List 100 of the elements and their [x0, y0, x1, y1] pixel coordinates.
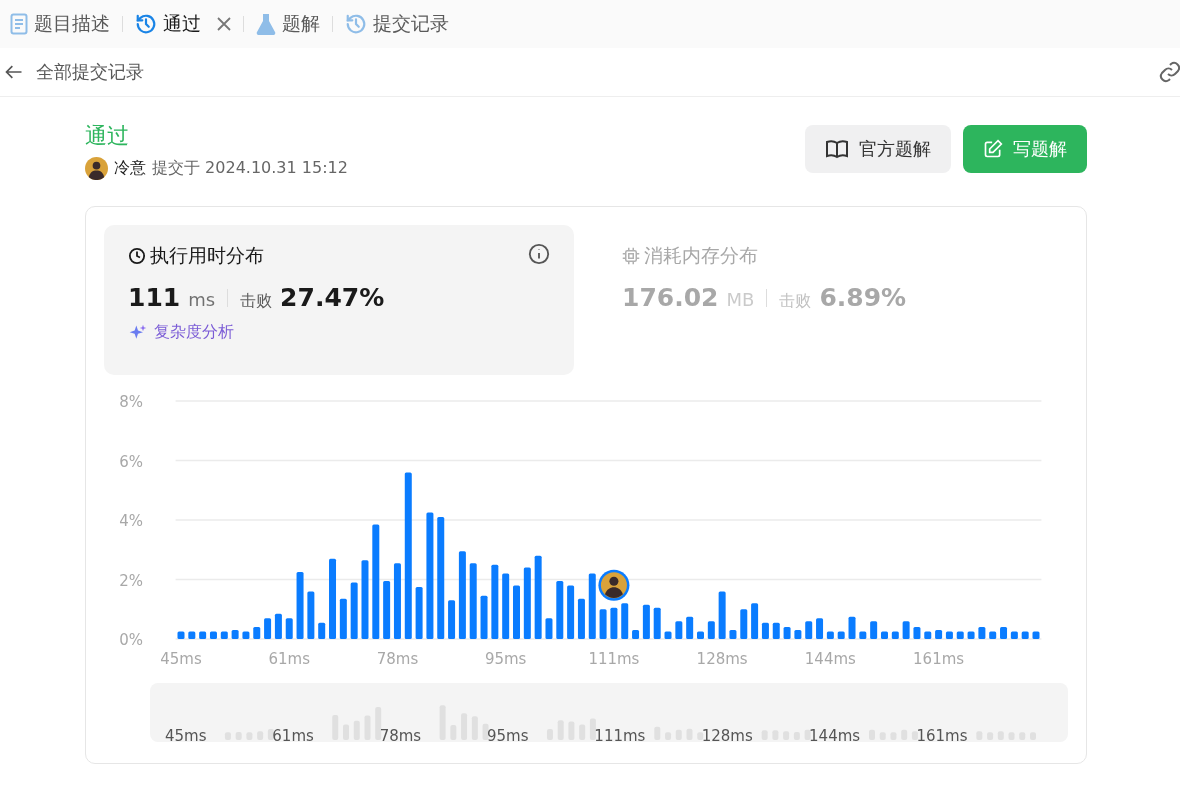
avatar [85, 157, 108, 180]
y-tick-label: 8% [119, 393, 143, 411]
close-icon[interactable] [217, 17, 231, 31]
back-link[interactable]: 全部提交记录 [4, 60, 144, 84]
submit-time: 提交于 2024.10.31 15:12 [152, 158, 348, 179]
histogram-bar [209, 631, 217, 639]
histogram-bar [707, 621, 715, 639]
histogram-bar [729, 630, 737, 639]
histogram-bar [794, 630, 802, 639]
clock-icon [128, 247, 146, 265]
histogram-bar [220, 631, 228, 639]
user-name[interactable]: 冷意 [114, 158, 146, 179]
histogram-bar [523, 567, 531, 639]
histogram-bar [621, 603, 629, 639]
y-tick-label: 4% [119, 512, 143, 530]
histogram-bar [264, 618, 272, 639]
histogram-bar [188, 631, 196, 639]
histogram-bar [599, 609, 607, 639]
histogram-bar [859, 631, 867, 639]
histogram-bar [902, 621, 910, 639]
histogram-bar [588, 573, 596, 639]
histogram-bar [989, 631, 997, 639]
overview-tick-label: 78ms [379, 727, 422, 742]
histogram-bar [350, 582, 358, 639]
book-icon [825, 139, 849, 159]
histogram-bar [805, 621, 813, 639]
y-tick-label: 0% [119, 631, 143, 649]
stat-value: 176.02 [622, 283, 719, 312]
history-icon [135, 13, 157, 35]
histogram-bar [675, 621, 683, 639]
histogram-bar [935, 630, 943, 639]
y-tick-label: 6% [119, 452, 143, 471]
y-tick-label: 2% [119, 571, 143, 590]
histogram-bar [870, 621, 878, 639]
histogram-bar [826, 631, 834, 639]
histogram-bar [556, 581, 564, 639]
histogram-bar [383, 581, 391, 639]
tab[interactable]: 提交记录 [345, 11, 449, 37]
histogram-bar [307, 591, 315, 639]
stat-panel[interactable]: 执行用时分布 111 ms 击败 27.47% 复杂度分析 [104, 225, 574, 375]
histogram-bar [339, 598, 347, 639]
histogram-bar [751, 603, 759, 639]
histogram-bar [296, 572, 304, 639]
histogram-bar [567, 585, 575, 639]
histogram-bar [956, 631, 964, 639]
beat-percentage: 6.89% [819, 283, 907, 312]
histogram-bar [783, 627, 791, 639]
overview-tick-label: 95ms [487, 727, 529, 742]
official-solution-button[interactable]: 官方题解 [805, 125, 951, 173]
histogram-bar [718, 591, 726, 639]
histogram-bar [816, 618, 824, 639]
histogram-bar [480, 595, 488, 639]
chip-icon [622, 247, 640, 265]
histogram-bar [664, 631, 672, 639]
beat-label: 击败 [779, 291, 812, 312]
tab-label: 提交记录 [373, 11, 449, 36]
histogram-bar [642, 604, 650, 639]
histogram-bar [653, 607, 661, 639]
edit-icon [983, 139, 1003, 159]
link-icon[interactable] [1158, 60, 1180, 84]
histogram-bar [242, 631, 250, 639]
histogram-bar [502, 573, 510, 639]
histogram-bar [513, 585, 520, 639]
beat-percentage: 27.47% [280, 283, 385, 312]
complexity-analysis-link[interactable]: 复杂度分析 [128, 322, 550, 343]
tab[interactable]: 题目描述 [10, 11, 110, 37]
tab[interactable]: 题解 [256, 11, 320, 37]
histogram-bar [1021, 631, 1029, 639]
histogram-bar [610, 607, 618, 639]
tab-label: 通过 [163, 11, 201, 36]
histogram-bar [891, 631, 899, 639]
overview-tick-label: 161ms [916, 727, 968, 742]
histogram-bar [686, 616, 694, 639]
histogram-bar [772, 622, 780, 639]
chart-overview[interactable]: 45ms 61ms 78ms 95ms 111ms 128ms 144ms 161ms [150, 683, 1068, 742]
x-tick-label: 45ms [160, 650, 202, 668]
histogram-bar [881, 631, 888, 639]
overview-tick-label: 144ms [809, 727, 861, 742]
history-icon [345, 13, 367, 35]
flask-icon [256, 13, 276, 35]
stat-title: 执行用时分布 [150, 243, 264, 268]
x-tick-label: 144ms [804, 650, 856, 668]
histogram-bar [253, 627, 261, 639]
histogram-bar [697, 631, 704, 639]
x-tick-label: 111ms [588, 650, 640, 668]
overview-tick-label: 128ms [701, 727, 753, 742]
histogram-bar [1032, 631, 1040, 639]
x-tick-label: 95ms [484, 650, 527, 668]
histogram-bar [740, 609, 748, 639]
tab-label: 题解 [282, 11, 320, 36]
histogram-bar [285, 618, 293, 639]
user-avatar-marker [598, 569, 630, 601]
tab[interactable]: 通过 [135, 11, 231, 37]
histogram-bar [577, 598, 585, 639]
histogram-bar [274, 613, 282, 639]
histogram-bar [913, 627, 921, 639]
submission-status: 通过 [85, 122, 130, 150]
histogram-bar [837, 631, 845, 639]
x-tick-label: 128ms [696, 650, 748, 668]
info-icon[interactable] [528, 243, 550, 265]
